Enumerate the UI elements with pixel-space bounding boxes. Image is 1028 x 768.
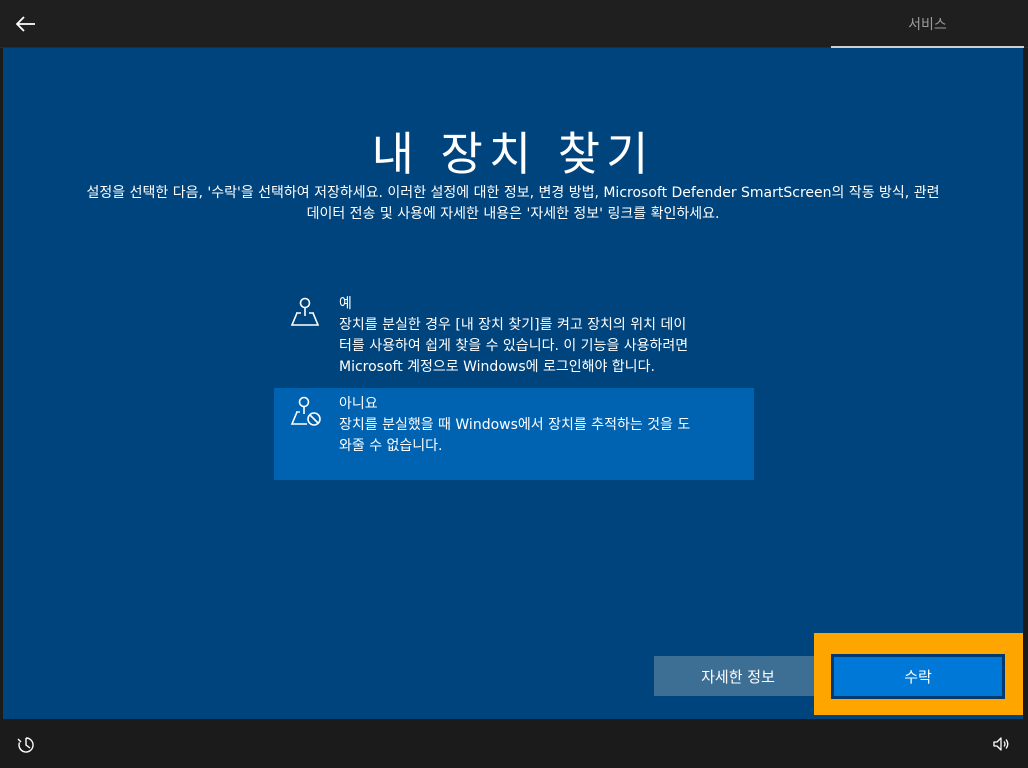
back-button[interactable] [10, 8, 42, 40]
option-title: 예 [339, 296, 352, 312]
bottom-bar [0, 719, 1028, 768]
option-yes-text: 예 장치를 분실한 경우 [내 장치 찾기]를 켜고 장치의 위치 데이 터를 … [339, 294, 689, 375]
option-no[interactable]: 아니요 장치를 분실했을 때 Windows에서 장치를 추적하는 것을 도 와… [274, 388, 754, 480]
location-pin-map-icon [290, 297, 320, 326]
more-info-button[interactable]: 자세한 정보 [654, 656, 822, 696]
main-panel: 내 장치 찾기 설정을 선택한 다음, '수락'을 선택하여 저장하세요. 이러… [3, 48, 1023, 719]
option-description: 와줄 수 없습니다. [339, 438, 443, 454]
location-off-icon [290, 396, 321, 426]
option-description: 터를 사용하여 쉽게 찾을 수 있습니다. 이 기능을 사용하려면 [339, 338, 689, 354]
volume-icon[interactable] [992, 735, 1010, 753]
option-yes[interactable]: 예 장치를 분실한 경우 [내 장치 찾기]를 켜고 장치의 위치 데이 터를 … [274, 288, 754, 380]
option-description: Microsoft 계정으로 Windows에 로그인해야 합니다. [339, 359, 655, 375]
description-line: 데이터 전송 및 사용에 자세한 내용은 '자세한 정보' 링크를 확인하세요. [306, 206, 720, 222]
tab-services[interactable]: 서비스 [831, 0, 1024, 48]
description-line: 설정을 선택한 다음, '수락'을 선택하여 저장하세요. 이러한 설정에 대한… [86, 185, 940, 201]
option-no-text: 아니요 장치를 분실했을 때 Windows에서 장치를 추적하는 것을 도 와… [339, 394, 690, 468]
top-bar: 서비스 [0, 0, 1028, 48]
option-title: 아니요 [339, 396, 378, 412]
option-description: 장치를 분실했을 때 Windows에서 장치를 추적하는 것을 도 [339, 417, 691, 433]
ease-of-access-icon[interactable] [16, 735, 36, 755]
option-description: 장치를 분실한 경우 [내 장치 찾기]를 켜고 장치의 위치 데이 [339, 317, 687, 333]
back-arrow-icon [16, 16, 35, 32]
page-description: 설정을 선택한 다음, '수락'을 선택하여 저장하세요. 이러한 설정에 대한… [43, 183, 983, 225]
page-title: 내 장치 찾기 [371, 127, 655, 181]
accept-button[interactable]: 수락 [831, 654, 1005, 699]
